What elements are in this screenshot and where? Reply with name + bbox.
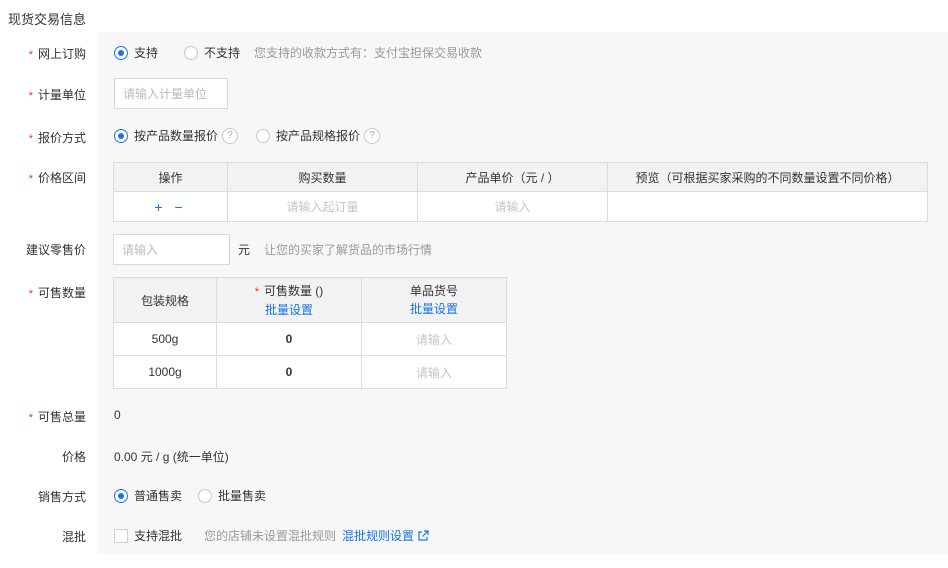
sale-method-row: 普通售卖 批量售卖 [114, 487, 266, 504]
price-range-header-preview: 预览（可根据买家采购的不同数量设置不同价格） [607, 162, 928, 192]
unit-input[interactable]: 请输入计量单位 [114, 78, 228, 109]
stock-spec-cell: 500g [113, 322, 217, 356]
total-value: 0 [114, 408, 121, 422]
pricing-spec-label[interactable]: 按产品规格报价 [276, 127, 360, 144]
retail-price-unit: 元 [238, 243, 251, 257]
pricing-quantity-help-icon[interactable]: ? [222, 127, 239, 144]
sale-batch-label[interactable]: 批量售卖 [218, 487, 266, 504]
retail-price-hint: 让您的买家了解货品的市场行情 [264, 243, 433, 257]
online-order-yes-radio[interactable] [114, 45, 128, 60]
price-range-header-price: 产品单价（元 / ） [417, 162, 608, 192]
mix-checkbox[interactable] [114, 528, 128, 543]
stock-table: 包装规格 * 可售数量 () 批量设置 单品货号 批量设置 500g 0 请输入 … [113, 277, 507, 389]
price-range-label: * 价格区间 [28, 171, 86, 185]
external-link-icon[interactable] [417, 529, 429, 542]
stock-sku-input[interactable]: 请输入 [361, 322, 507, 356]
sale-normal-radio[interactable] [114, 488, 128, 503]
pricing-quantity-radio[interactable] [114, 128, 128, 143]
stock-header-spec: 包装规格 [113, 277, 217, 323]
add-remove-icons[interactable]: + − [154, 199, 186, 215]
mix-label: 混批 [61, 530, 86, 544]
price-preview-cell [607, 191, 928, 222]
pricing-spec-help-icon[interactable]: ? [364, 127, 381, 144]
mix-row: 支持混批 您的店铺未设置混批规则 混批规则设置 [114, 527, 429, 544]
section-title: 现货交易信息 [8, 12, 87, 27]
sale-batch-radio[interactable] [198, 488, 213, 503]
min-qty-input[interactable]: 请输入起订量 [227, 191, 418, 222]
online-order-row: 支持 不支持 您支持的收款方式有：支付宝担保交易收款 [114, 44, 482, 61]
online-order-label: * 网上订购 [28, 47, 86, 61]
sku-batch-set-link[interactable]: 批量设置 [410, 302, 458, 316]
mix-rule-link[interactable]: 混批规则设置 [342, 527, 414, 544]
stock-spec-cell: 1000g [113, 355, 217, 389]
retail-price-label: 建议零售价 [25, 243, 86, 257]
unit-price-input[interactable]: 请输入 [417, 191, 608, 222]
stock-qty-input[interactable]: 0 [216, 355, 362, 389]
stock-row: 500g 0 请输入 [113, 322, 507, 356]
stock-header-sku: 单品货号 批量设置 [361, 277, 507, 323]
total-label: * 可售总量 [28, 410, 86, 424]
stock-sku-input[interactable]: 请输入 [361, 355, 507, 389]
price-value: 0.00 元 / g (统一单位) [114, 450, 229, 464]
price-range-header-ops: 操作 [113, 162, 228, 192]
retail-price-row: 元 让您的买家了解货品的市场行情 [238, 241, 432, 258]
pricing-spec-radio[interactable] [256, 128, 271, 143]
sale-method-label: 销售方式 [37, 490, 86, 504]
online-order-no-label[interactable]: 不支持 [204, 44, 240, 61]
qty-batch-set-link[interactable]: 批量设置 [265, 303, 313, 317]
pricing-method-label: * 报价方式 [28, 131, 86, 145]
retail-price-input[interactable]: 请输入 [113, 234, 230, 265]
stock-header-qty: * 可售数量 () 批量设置 [216, 277, 362, 323]
unit-label: * 计量单位 [28, 88, 86, 102]
pricing-method-row: 按产品数量报价 ? 按产品规格报价 ? [114, 127, 381, 144]
payment-hint: 您支持的收款方式有：支付宝担保交易收款 [254, 46, 483, 60]
mix-checkbox-label[interactable]: 支持混批 [134, 527, 182, 544]
online-order-yes-label[interactable]: 支持 [134, 44, 158, 61]
pricing-quantity-label[interactable]: 按产品数量报价 [134, 127, 218, 144]
online-order-no-radio[interactable] [184, 45, 199, 60]
price-range-ops-cell: + − [113, 191, 228, 222]
stock-label: * 可售数量 [28, 286, 86, 300]
price-range-table: 操作 购买数量 产品单价（元 / ） 预览（可根据买家采购的不同数量设置不同价格… [113, 162, 928, 222]
price-label: 价格 [61, 450, 86, 464]
stock-row: 1000g 0 请输入 [113, 355, 507, 389]
stock-qty-input[interactable]: 0 [216, 322, 362, 356]
sale-normal-label[interactable]: 普通售卖 [134, 487, 182, 504]
mix-hint: 您的店铺未设置混批规则 [204, 529, 337, 543]
price-range-header-qty: 购买数量 [227, 162, 418, 192]
